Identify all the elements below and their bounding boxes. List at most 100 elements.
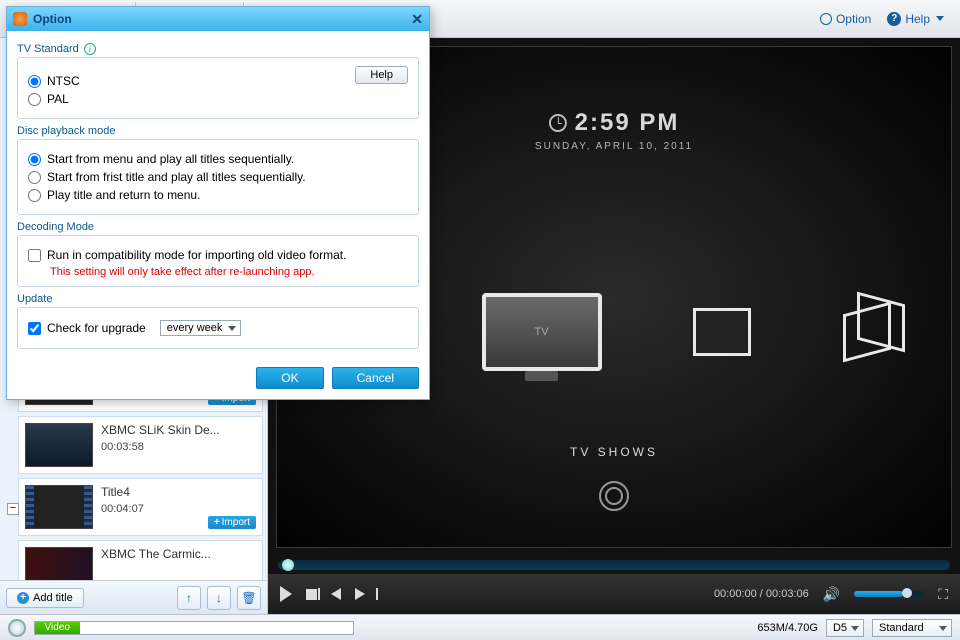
stop-button[interactable]: [306, 589, 317, 600]
seek-bar[interactable]: [278, 560, 950, 570]
radio-pb1-input[interactable]: [28, 153, 41, 166]
delete-button[interactable]: 🗑: [237, 586, 261, 610]
info-icon[interactable]: i: [84, 43, 96, 55]
play-icon: [280, 586, 292, 602]
help-icon: ?: [887, 12, 901, 26]
import-button[interactable]: Import: [208, 516, 256, 529]
seek-thumb[interactable]: [282, 559, 294, 571]
top-right: Option ? Help: [820, 12, 952, 26]
radio-ntsc-input[interactable]: [28, 75, 41, 88]
check-upgrade-input[interactable]: [28, 322, 41, 335]
clip-thumbnail: [25, 485, 93, 529]
dialog-titlebar[interactable]: Option ✕: [7, 7, 429, 31]
clock-date: SUNDAY, APRIL 10, 2011: [535, 141, 693, 152]
disc-icon: [8, 619, 26, 637]
stop-icon: [306, 589, 317, 600]
menu-icon-tv[interactable]: TV: [467, 277, 617, 387]
group-label-tv: TV Standard i: [17, 43, 419, 55]
radio-ntsc[interactable]: NTSC: [28, 74, 408, 88]
play-time: 00:00:00 / 00:03:06: [714, 588, 809, 600]
compat-warning: This setting will only take effect after…: [50, 266, 408, 278]
plus-icon: +: [17, 592, 29, 604]
status-bar: Video 653M/4.70G D5 Standard: [0, 614, 960, 640]
trash-icon: 🗑: [241, 591, 256, 605]
capacity-fill: Video: [35, 622, 80, 634]
clip-info: XBMC The Carmic...: [101, 547, 256, 580]
next-button[interactable]: [355, 588, 365, 600]
chevron-down-icon: [936, 16, 944, 21]
clip-info: XBMC SLiK Skin De... 00:03:58: [101, 423, 256, 467]
group-update: Check for upgrade every week: [17, 307, 419, 349]
capacity-bar: Video: [34, 621, 354, 635]
help-label: Help: [905, 12, 930, 26]
radio-pb3-input[interactable]: [28, 189, 41, 202]
clip-title: Title4: [101, 485, 231, 499]
section-label: TV SHOWS: [570, 445, 658, 459]
photo-icon: [693, 308, 751, 356]
clip-item[interactable]: XBMC The Carmic...: [18, 540, 263, 580]
cube-icon: [843, 308, 891, 356]
volume-thumb[interactable]: [902, 588, 912, 598]
disc-type-combo[interactable]: D5: [826, 619, 864, 637]
clip-title: XBMC SLiK Skin De...: [101, 423, 231, 437]
option-dialog: Option ✕ TV Standard i Help NTSC PAL Dis…: [6, 6, 430, 400]
close-button[interactable]: ✕: [411, 11, 423, 28]
dialog-footer: OK Cancel: [7, 361, 429, 399]
option-link[interactable]: Option: [820, 12, 871, 26]
radio-pb2-input[interactable]: [28, 171, 41, 184]
clock-icon: [549, 114, 567, 132]
clip-time: 00:03:58: [101, 441, 256, 453]
volume-fill: [854, 591, 903, 597]
update-frequency-combo[interactable]: every week: [160, 320, 242, 336]
group-playback: Start from menu and play all titles sequ…: [17, 139, 419, 215]
clip-item[interactable]: XBMC SLiK Skin De... 00:03:58: [18, 416, 263, 474]
clock-block: 2:59 PM SUNDAY, APRIL 10, 2011: [535, 109, 693, 152]
clock-time: 2:59 PM: [535, 109, 693, 137]
gear-icon: [820, 13, 832, 25]
check-compat[interactable]: Run in compatibility mode for importing …: [28, 248, 408, 262]
ok-button[interactable]: OK: [256, 367, 323, 389]
down-button[interactable]: [599, 481, 629, 511]
radio-pal-input[interactable]: [28, 93, 41, 106]
prev-button[interactable]: [331, 588, 341, 600]
add-title-button[interactable]: + Add title: [6, 588, 84, 608]
dialog-title: Option: [33, 12, 411, 26]
group-label-decode: Decoding Mode: [17, 221, 419, 233]
clip-time: 00:04:07: [101, 503, 256, 515]
check-upgrade[interactable]: Check for upgrade every week: [28, 320, 408, 336]
menu-icon-photos[interactable]: [682, 301, 762, 363]
next-icon: [355, 588, 365, 600]
clip-item[interactable]: Title4 00:04:07 Import: [18, 478, 263, 536]
radio-pb3[interactable]: Play title and return to menu.: [28, 188, 408, 202]
radio-pb1[interactable]: Start from menu and play all titles sequ…: [28, 152, 408, 166]
player-bar: 00:00:00 / 00:03:06 🔊 ⛶: [268, 574, 960, 614]
group-label-playback: Disc playback mode: [17, 125, 419, 137]
play-button[interactable]: [280, 586, 292, 602]
help-button[interactable]: Help: [355, 66, 408, 84]
arrow-up-icon: ↑: [186, 591, 192, 605]
clip-thumbnail: [25, 547, 93, 580]
capacity-text: 653M/4.70G: [757, 622, 818, 634]
dialog-body: TV Standard i Help NTSC PAL Disc playbac…: [7, 31, 429, 361]
tv-inner-label: TV: [534, 326, 548, 338]
move-up-button[interactable]: ↑: [177, 586, 201, 610]
help-link[interactable]: ? Help: [887, 12, 944, 26]
fullscreen-button[interactable]: ⛶: [938, 586, 948, 603]
clip-title: XBMC The Carmic...: [101, 547, 231, 561]
group-decoding: Run in compatibility mode for importing …: [17, 235, 419, 287]
group-tv-standard: Help NTSC PAL: [17, 57, 419, 119]
move-down-button[interactable]: ↓: [207, 586, 231, 610]
quality-combo[interactable]: Standard: [872, 619, 952, 637]
add-title-label: Add title: [33, 592, 73, 604]
cancel-button[interactable]: Cancel: [332, 367, 419, 389]
option-label: Option: [836, 12, 871, 26]
volume-slider[interactable]: [854, 591, 924, 597]
menu-icon-programs[interactable]: [827, 301, 907, 363]
group-label-update: Update: [17, 293, 419, 305]
prev-icon: [331, 588, 341, 600]
check-compat-input[interactable]: [28, 249, 41, 262]
radio-pal[interactable]: PAL: [28, 92, 408, 106]
app-icon: [13, 12, 27, 26]
left-footer: + Add title ↑ ↓ 🗑: [0, 580, 267, 614]
radio-pb2[interactable]: Start from frist title and play all titl…: [28, 170, 408, 184]
